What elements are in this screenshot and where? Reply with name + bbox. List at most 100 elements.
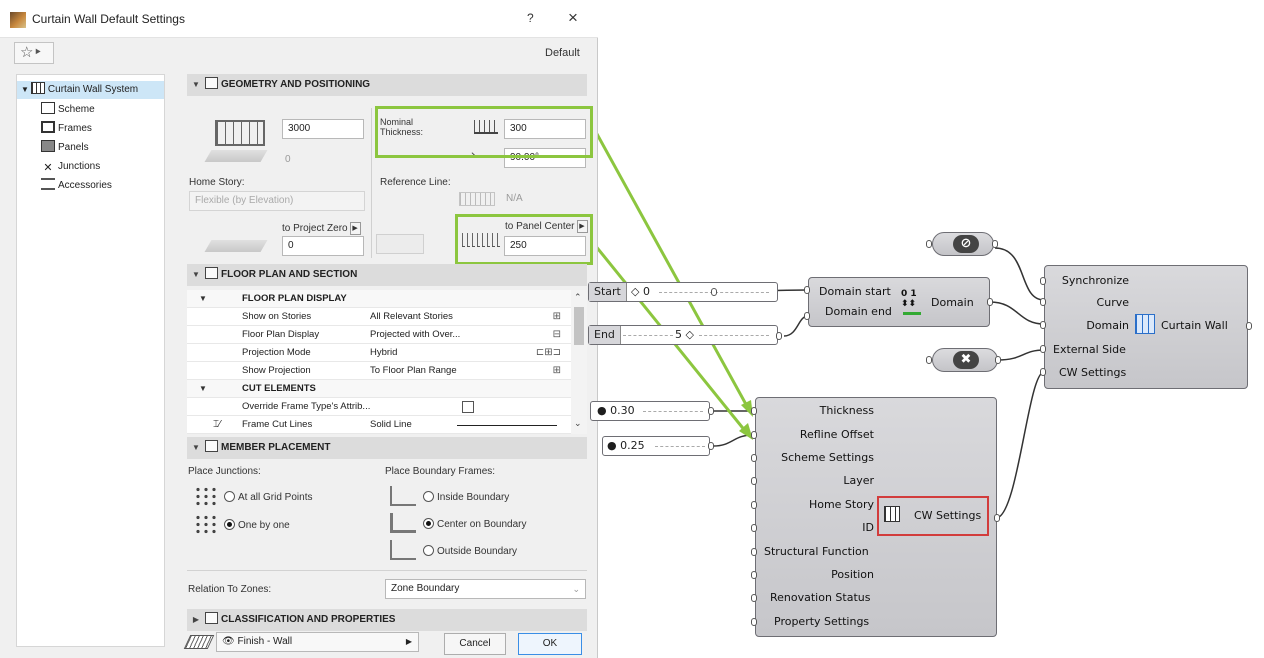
line-sample xyxy=(457,425,557,426)
tree-item-junctions[interactable]: ✕ Junctions xyxy=(41,158,100,176)
relation-to-zones-select[interactable]: Zone Boundary ⌄ xyxy=(385,579,586,599)
table-row[interactable]: Projection Mode Hybrid ⊏⊞⊐ xyxy=(187,344,571,362)
radio-button[interactable] xyxy=(423,518,434,529)
domain-component[interactable]: Domain start Domain end 0 1 ⬍⬍ Domain xyxy=(808,277,990,327)
output-grip[interactable] xyxy=(995,356,1001,364)
output-grip[interactable] xyxy=(994,514,1000,522)
table-scrollbar[interactable]: ⌃ ⌄ xyxy=(571,290,587,434)
domain-icon: 0 1 ⬍⬍ xyxy=(901,289,917,309)
layer-select[interactable]: 👁 Finish - Wall ▶ xyxy=(216,632,419,652)
title-bar: Curtain Wall Default Settings ? × xyxy=(0,0,598,38)
curtain-wall-component[interactable]: Synchronize Curve Domain External Side C… xyxy=(1044,265,1248,389)
output-grip[interactable] xyxy=(992,240,998,248)
scroll-thumb[interactable] xyxy=(574,307,584,345)
input-grip[interactable] xyxy=(751,501,757,509)
input-grip[interactable] xyxy=(1040,277,1046,285)
scroll-down-icon[interactable]: ⌄ xyxy=(574,418,582,429)
floor-plan-icon xyxy=(205,267,218,279)
slider-track[interactable] xyxy=(699,335,769,336)
radio-at-all-grid-points[interactable]: At all Grid Points xyxy=(224,491,312,503)
radio-one-by-one[interactable]: One by one xyxy=(224,519,290,531)
tree-item-curtain-wall-system[interactable]: ▼ Curtain Wall System xyxy=(17,81,164,99)
input-grip[interactable] xyxy=(751,618,757,626)
close-button[interactable]: × xyxy=(568,8,578,28)
input-grip[interactable] xyxy=(926,356,932,364)
input-grip[interactable] xyxy=(751,548,757,556)
radio-inside-boundary[interactable]: Inside Boundary xyxy=(423,491,509,503)
input-grip[interactable] xyxy=(751,407,757,415)
projection-range-icon: ⊞ xyxy=(552,365,561,376)
offset-slider[interactable]: ● 0.25 xyxy=(602,436,710,456)
input-grip[interactable] xyxy=(926,240,932,248)
input-grip[interactable] xyxy=(751,454,757,462)
input-grip[interactable] xyxy=(1040,345,1046,353)
input-grip[interactable] xyxy=(751,477,757,485)
thickness-slider[interactable]: ● 0.30 xyxy=(590,401,710,421)
input-grip[interactable] xyxy=(751,571,757,579)
radio-center-on-boundary[interactable]: Center on Boundary xyxy=(423,518,527,530)
favorites-button[interactable]: ☆‣ xyxy=(14,42,54,64)
slider-track[interactable] xyxy=(655,446,705,447)
external-side-param[interactable]: ✖ xyxy=(932,348,998,372)
reference-line-label: Reference Line: xyxy=(380,177,451,188)
row-label: Override Frame Type's Attrib... xyxy=(242,401,371,412)
classification-section-header[interactable]: ▶ CLASSIFICATION AND PROPERTIES xyxy=(187,609,587,631)
slider-track[interactable] xyxy=(623,335,673,336)
override-checkbox[interactable] xyxy=(462,401,474,413)
input-grip[interactable] xyxy=(1040,368,1046,376)
layer-icon xyxy=(183,635,215,649)
radio-button[interactable] xyxy=(224,519,235,530)
radio-outside-boundary[interactable]: Outside Boundary xyxy=(423,545,517,557)
input-grip[interactable] xyxy=(751,524,757,532)
output-grip[interactable] xyxy=(708,407,714,415)
input-grip[interactable] xyxy=(804,312,810,320)
tree-item-panels[interactable]: Panels xyxy=(41,139,89,157)
table-row[interactable]: Show Projection To Floor Plan Range ⊞ xyxy=(187,362,571,380)
floor-plan-section-header[interactable]: ▼ FLOOR PLAN AND SECTION xyxy=(187,264,587,286)
output-grip[interactable] xyxy=(708,442,714,450)
to-project-zero-label[interactable]: to Project Zero ▶ xyxy=(282,222,361,235)
output-grip[interactable] xyxy=(711,288,717,296)
table-row[interactable]: ▼ FLOOR PLAN DISPLAY xyxy=(187,290,571,308)
input-grip[interactable] xyxy=(1040,321,1046,329)
tree-item-scheme[interactable]: Scheme xyxy=(41,101,95,119)
help-button[interactable]: ? xyxy=(527,11,534,25)
settings-tree: ▼ Curtain Wall System Scheme Frames Panel… xyxy=(16,74,165,647)
output-grip[interactable] xyxy=(1246,322,1252,330)
cancel-button[interactable]: Cancel xyxy=(444,633,506,655)
slider-track[interactable] xyxy=(643,411,703,412)
reference-line-icon xyxy=(459,192,495,206)
table-row[interactable]: ▼ CUT ELEMENTS xyxy=(187,380,571,398)
end-slider[interactable]: End 5 ◇ xyxy=(588,325,778,345)
row-value: All Relevant Stories xyxy=(370,311,453,322)
input-grip[interactable] xyxy=(751,594,757,602)
output-grip[interactable] xyxy=(987,298,993,306)
tree-item-accessories[interactable]: Accessories xyxy=(41,177,112,195)
table-row[interactable]: Show on Stories All Relevant Stories ⊞ xyxy=(187,308,571,326)
table-row[interactable]: ⌶⁄ Frame Cut Lines Solid Line xyxy=(187,416,571,434)
input-grip[interactable] xyxy=(804,286,810,294)
input-grip[interactable] xyxy=(751,431,757,439)
output-grip[interactable] xyxy=(776,332,782,340)
table-row[interactable]: Override Frame Type's Attrib... xyxy=(187,398,571,416)
radio-button[interactable] xyxy=(423,545,434,556)
member-placement-section-header[interactable]: ▼ MEMBER PLACEMENT xyxy=(187,437,587,459)
ok-button[interactable]: OK xyxy=(518,633,582,655)
radio-button[interactable] xyxy=(423,491,434,502)
table-row[interactable]: Floor Plan Display Projected with Over...… xyxy=(187,326,571,344)
home-story-select[interactable]: Flexible (by Elevation) xyxy=(189,191,365,211)
boolean-param[interactable]: ⊘ xyxy=(932,232,994,256)
height-field[interactable]: 3000 xyxy=(282,119,364,139)
tree-item-frames[interactable]: Frames xyxy=(41,120,92,138)
project-zero-field[interactable]: 0 xyxy=(282,236,364,256)
chevron-down-icon: ⌄ xyxy=(572,584,580,594)
radio-button[interactable] xyxy=(224,491,235,502)
geometry-section-header[interactable]: ▼ GEOMETRY AND POSITIONING xyxy=(187,74,587,96)
cw-settings-component[interactable]: Thickness Refline Offset Scheme Settings… xyxy=(755,397,997,637)
tree-item-label: Panels xyxy=(58,142,89,153)
input-grip[interactable] xyxy=(1040,298,1046,306)
scroll-up-icon[interactable]: ⌃ xyxy=(574,292,582,303)
grasshopper-canvas[interactable]: ⊘ ✖ Start ◇ 0 End 5 ◇ ● 0.30 ● 0.25 Doma… xyxy=(588,0,1264,658)
start-slider[interactable]: Start ◇ 0 xyxy=(588,282,778,302)
row-value: Hybrid xyxy=(370,347,398,358)
